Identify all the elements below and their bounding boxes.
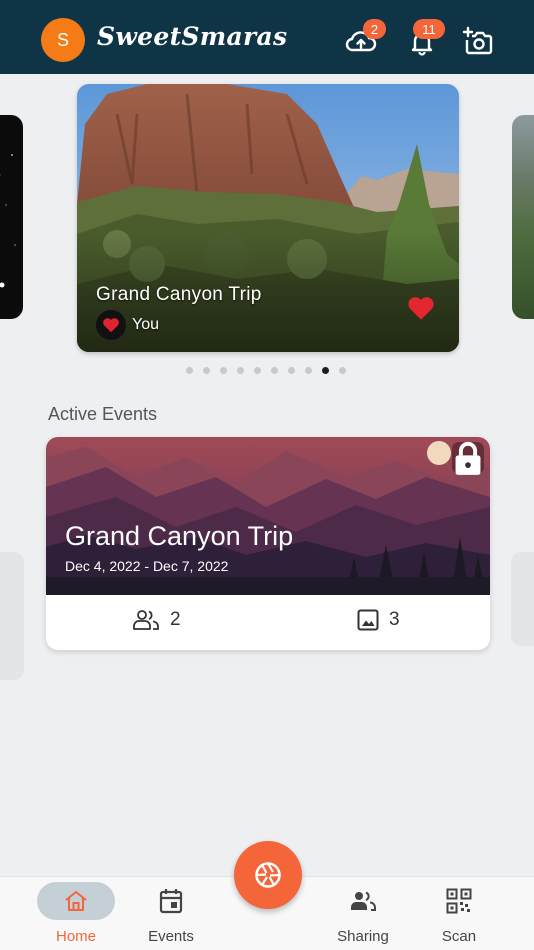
owner-name: You	[132, 316, 159, 333]
nav-label-events: Events	[148, 928, 194, 945]
owner-heart-avatar	[96, 310, 126, 340]
camera-shutter-icon	[255, 862, 281, 888]
next-event-card[interactable]	[511, 552, 534, 646]
carousel-dot[interactable]	[288, 367, 295, 374]
heart-icon	[103, 318, 119, 333]
carousel-dot[interactable]	[203, 367, 210, 374]
image-icon	[357, 609, 379, 631]
night-photo-thumbnail	[0, 154, 16, 288]
camera-capture-button[interactable]	[234, 841, 302, 909]
previous-memory-card[interactable]	[0, 115, 23, 319]
home-icon	[61, 887, 91, 915]
carousel-dot[interactable]	[271, 367, 278, 374]
app-header: S SweetSmaras 2 11	[0, 0, 534, 74]
carousel-dot[interactable]	[305, 367, 312, 374]
carousel-dot[interactable]	[237, 367, 244, 374]
event-members-stat[interactable]: 2	[132, 609, 181, 631]
section-title-active-events: Active Events	[48, 404, 158, 424]
previous-event-card[interactable]	[0, 552, 24, 680]
nav-label-home: Home	[55, 928, 96, 945]
lock-icon	[455, 441, 481, 475]
notification-count-badge: 11	[413, 19, 445, 39]
nav-item-scan[interactable]: Scan	[419, 877, 499, 950]
next-memory-card[interactable]	[512, 115, 534, 319]
nav-label-scan: Scan	[441, 928, 477, 945]
calendar-icon	[156, 887, 186, 915]
nav-item-events[interactable]: Events	[131, 877, 211, 950]
carousel-dot[interactable]	[339, 367, 346, 374]
carousel-dot[interactable]	[220, 367, 227, 374]
event-photos-count: 3	[389, 609, 400, 630]
add-photo-icon	[462, 26, 493, 55]
memory-title: Grand Canyon Trip	[96, 284, 262, 305]
event-banner-image: Grand Canyon Trip Dec 4, 2022 - Dec 7, 2…	[46, 437, 490, 595]
favorite-heart-icon[interactable]	[407, 295, 435, 321]
qr-code-icon	[444, 887, 474, 915]
add-photo-button[interactable]	[462, 26, 494, 56]
people-icon	[348, 887, 378, 915]
carousel-dot[interactable]	[322, 367, 329, 374]
memory-card[interactable]: Grand Canyon Trip You	[77, 84, 459, 352]
nav-item-home[interactable]: Home	[36, 877, 116, 950]
event-members-count: 2	[170, 609, 181, 630]
app-brand-title: SweetSmaras	[97, 22, 288, 51]
upload-count-badge: 2	[363, 19, 386, 39]
event-card[interactable]: Grand Canyon Trip Dec 4, 2022 - Dec 7, 2…	[46, 437, 490, 650]
user-avatar[interactable]: S	[41, 18, 85, 62]
event-title: Grand Canyon Trip	[65, 521, 294, 551]
memory-owner: You	[96, 310, 159, 340]
event-dates: Dec 4, 2022 - Dec 7, 2022	[65, 558, 229, 574]
nav-item-sharing[interactable]: Sharing	[323, 877, 403, 950]
carousel-page-indicator[interactable]	[186, 367, 356, 374]
memories-carousel[interactable]: Grand Canyon Trip You	[0, 84, 534, 354]
carousel-dot[interactable]	[186, 367, 193, 374]
private-lock-badge	[452, 441, 484, 475]
event-photos-stat[interactable]: 3	[357, 609, 400, 631]
carousel-dot[interactable]	[254, 367, 261, 374]
people-icon	[133, 610, 159, 630]
nav-label-sharing: Sharing	[337, 928, 389, 945]
